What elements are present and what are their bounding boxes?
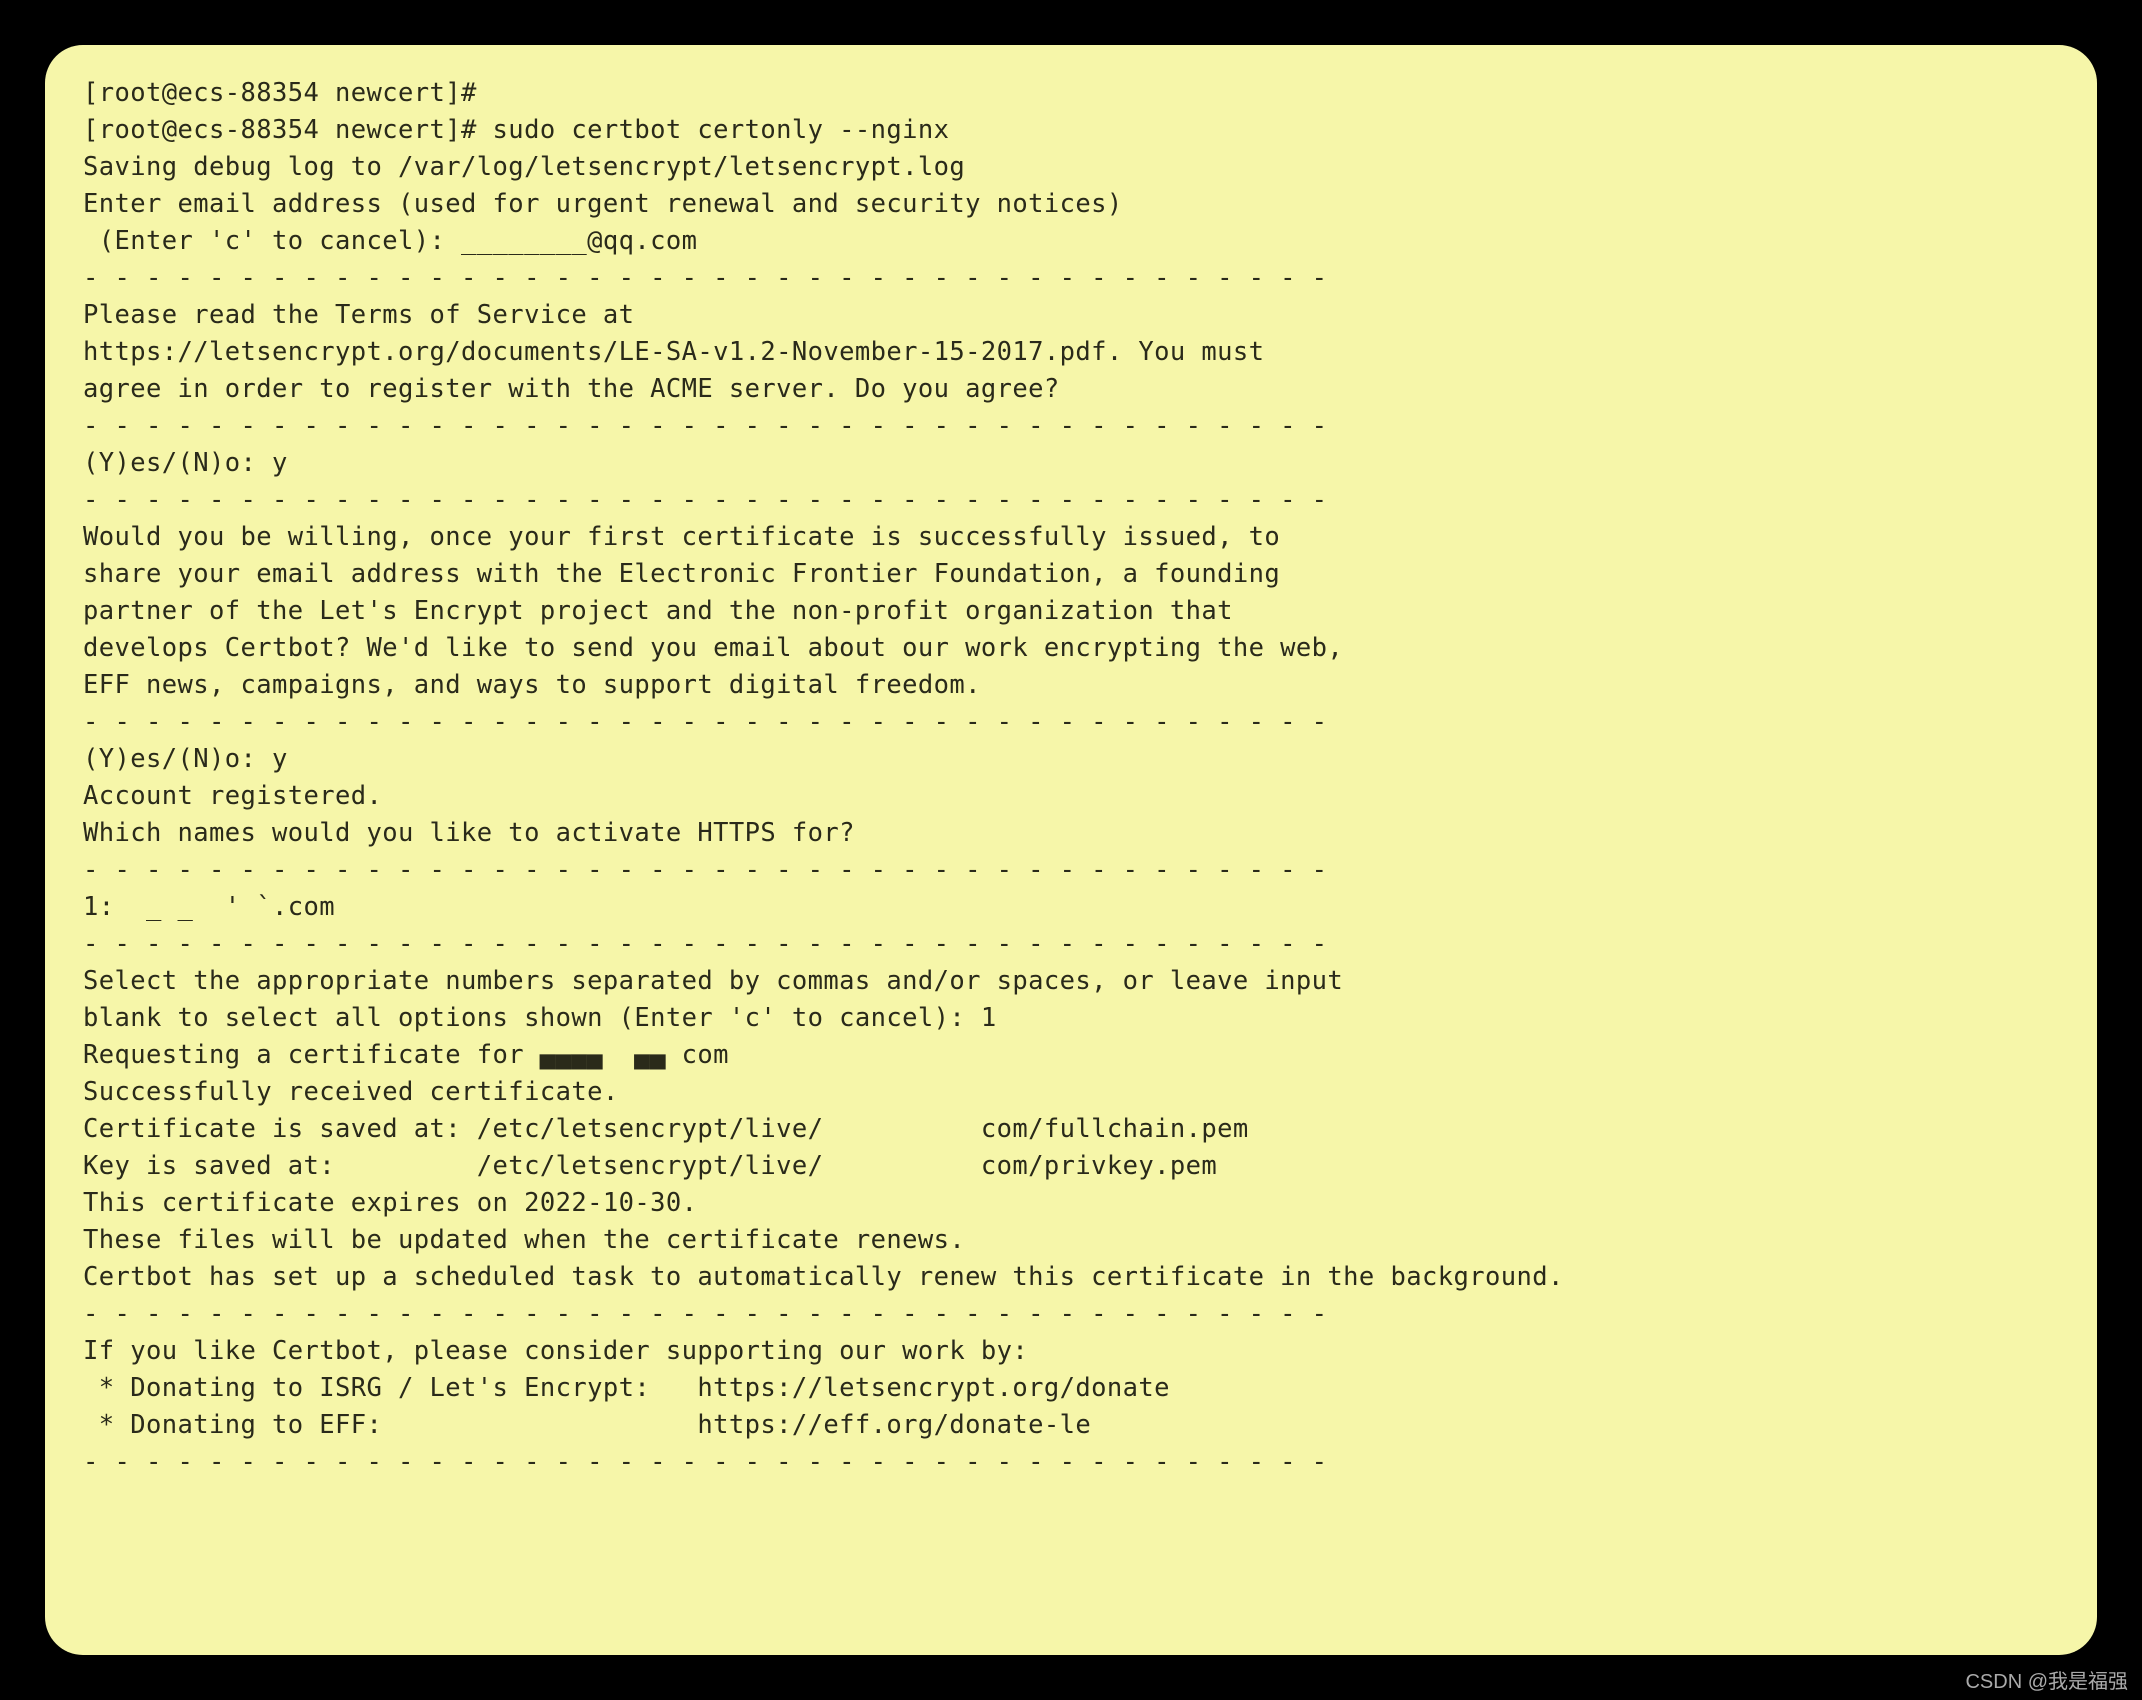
terminal-line: Requesting a certificate for ▄▄▄▄ ▄▄ com [83,1037,2059,1074]
terminal-line: Would you be willing, once your first ce… [83,519,2059,556]
terminal-line: - - - - - - - - - - - - - - - - - - - - … [83,852,2059,889]
terminal-line: - - - - - - - - - - - - - - - - - - - - … [83,704,2059,741]
terminal-line: * Donating to EFF: https://eff.org/donat… [83,1407,2059,1444]
terminal-line: Successfully received certificate. [83,1074,2059,1111]
terminal-window[interactable]: [root@ecs-88354 newcert]# [root@ecs-8835… [45,45,2097,1655]
terminal-line: Certbot has set up a scheduled task to a… [83,1259,2059,1296]
terminal-line: These files will be updated when the cer… [83,1222,2059,1259]
terminal-line: (Enter 'c' to cancel): ________@qq.com [83,223,2059,260]
terminal-line: - - - - - - - - - - - - - - - - - - - - … [83,1444,2059,1481]
terminal-line: This certificate expires on 2022-10-30. [83,1185,2059,1222]
terminal-line: [root@ecs-88354 newcert]# sudo certbot c… [83,112,2059,149]
terminal-line: Key is saved at: /etc/letsencrypt/live/ … [83,1148,2059,1185]
terminal-line: https://letsencrypt.org/documents/LE-SA-… [83,334,2059,371]
terminal-line: Which names would you like to activate H… [83,815,2059,852]
terminal-line: (Y)es/(N)o: y [83,445,2059,482]
terminal-line: Saving debug log to /var/log/letsencrypt… [83,149,2059,186]
terminal-line: Account registered. [83,778,2059,815]
terminal-line: - - - - - - - - - - - - - - - - - - - - … [83,1296,2059,1333]
terminal-line: If you like Certbot, please consider sup… [83,1333,2059,1370]
terminal-line: Certificate is saved at: /etc/letsencryp… [83,1111,2059,1148]
terminal-line: - - - - - - - - - - - - - - - - - - - - … [83,926,2059,963]
terminal-line: * Donating to ISRG / Let's Encrypt: http… [83,1370,2059,1407]
terminal-line: Enter email address (used for urgent ren… [83,186,2059,223]
terminal-line: [root@ecs-88354 newcert]# [83,75,2059,112]
terminal-line: - - - - - - - - - - - - - - - - - - - - … [83,260,2059,297]
terminal-line: 1: _ _ ' `.com [83,889,2059,926]
terminal-line: agree in order to register with the ACME… [83,371,2059,408]
terminal-line: - - - - - - - - - - - - - - - - - - - - … [83,408,2059,445]
watermark-text: CSDN @我是福强 [1965,1665,2128,1694]
terminal-line: Please read the Terms of Service at [83,297,2059,334]
terminal-line: blank to select all options shown (Enter… [83,1000,2059,1037]
terminal-line: EFF news, campaigns, and ways to support… [83,667,2059,704]
terminal-line: Select the appropriate numbers separated… [83,963,2059,1000]
terminal-line: (Y)es/(N)o: y [83,741,2059,778]
terminal-line: - - - - - - - - - - - - - - - - - - - - … [83,482,2059,519]
terminal-line: develops Certbot? We'd like to send you … [83,630,2059,667]
terminal-line: partner of the Let's Encrypt project and… [83,593,2059,630]
terminal-line: share your email address with the Electr… [83,556,2059,593]
